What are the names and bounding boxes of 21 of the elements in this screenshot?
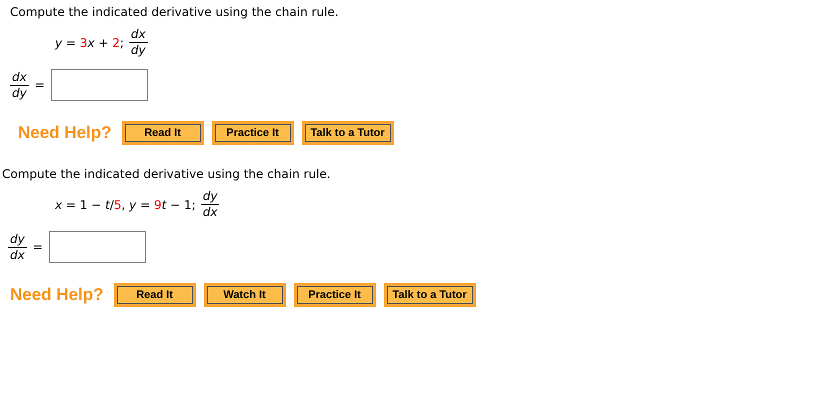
help-button[interactable]: Read It [124,124,201,142]
equals-sign: = [34,78,45,92]
help-button[interactable]: Talk to a Tutor [386,286,473,304]
help-button[interactable]: Read It [116,286,193,304]
help-button[interactable]: Talk to a Tutor [304,124,391,142]
help-label: Need Help? [10,285,104,305]
equation: x = 1 − t/5, y = 9t − 1; [55,198,196,212]
answer-field[interactable] [50,69,148,101]
equation: y = 3x + 2; [55,36,124,50]
answer-field[interactable] [48,231,146,263]
equals-sign: = [32,240,43,254]
question-text: Compute the indicated derivative using the chain rule. [2,166,332,182]
help-button[interactable]: Practice It [214,124,291,142]
question-text: Compute the indicated derivative using the chain rule. [10,4,340,20]
fraction: dy dx [200,190,220,219]
fraction: dx dy [10,70,29,100]
fraction: dx dy [128,28,148,57]
help-label: Need Help? [18,123,112,143]
fraction: dy dx [8,232,27,262]
help-button[interactable]: Practice It [296,286,373,304]
help-button[interactable]: Watch It [206,286,283,304]
